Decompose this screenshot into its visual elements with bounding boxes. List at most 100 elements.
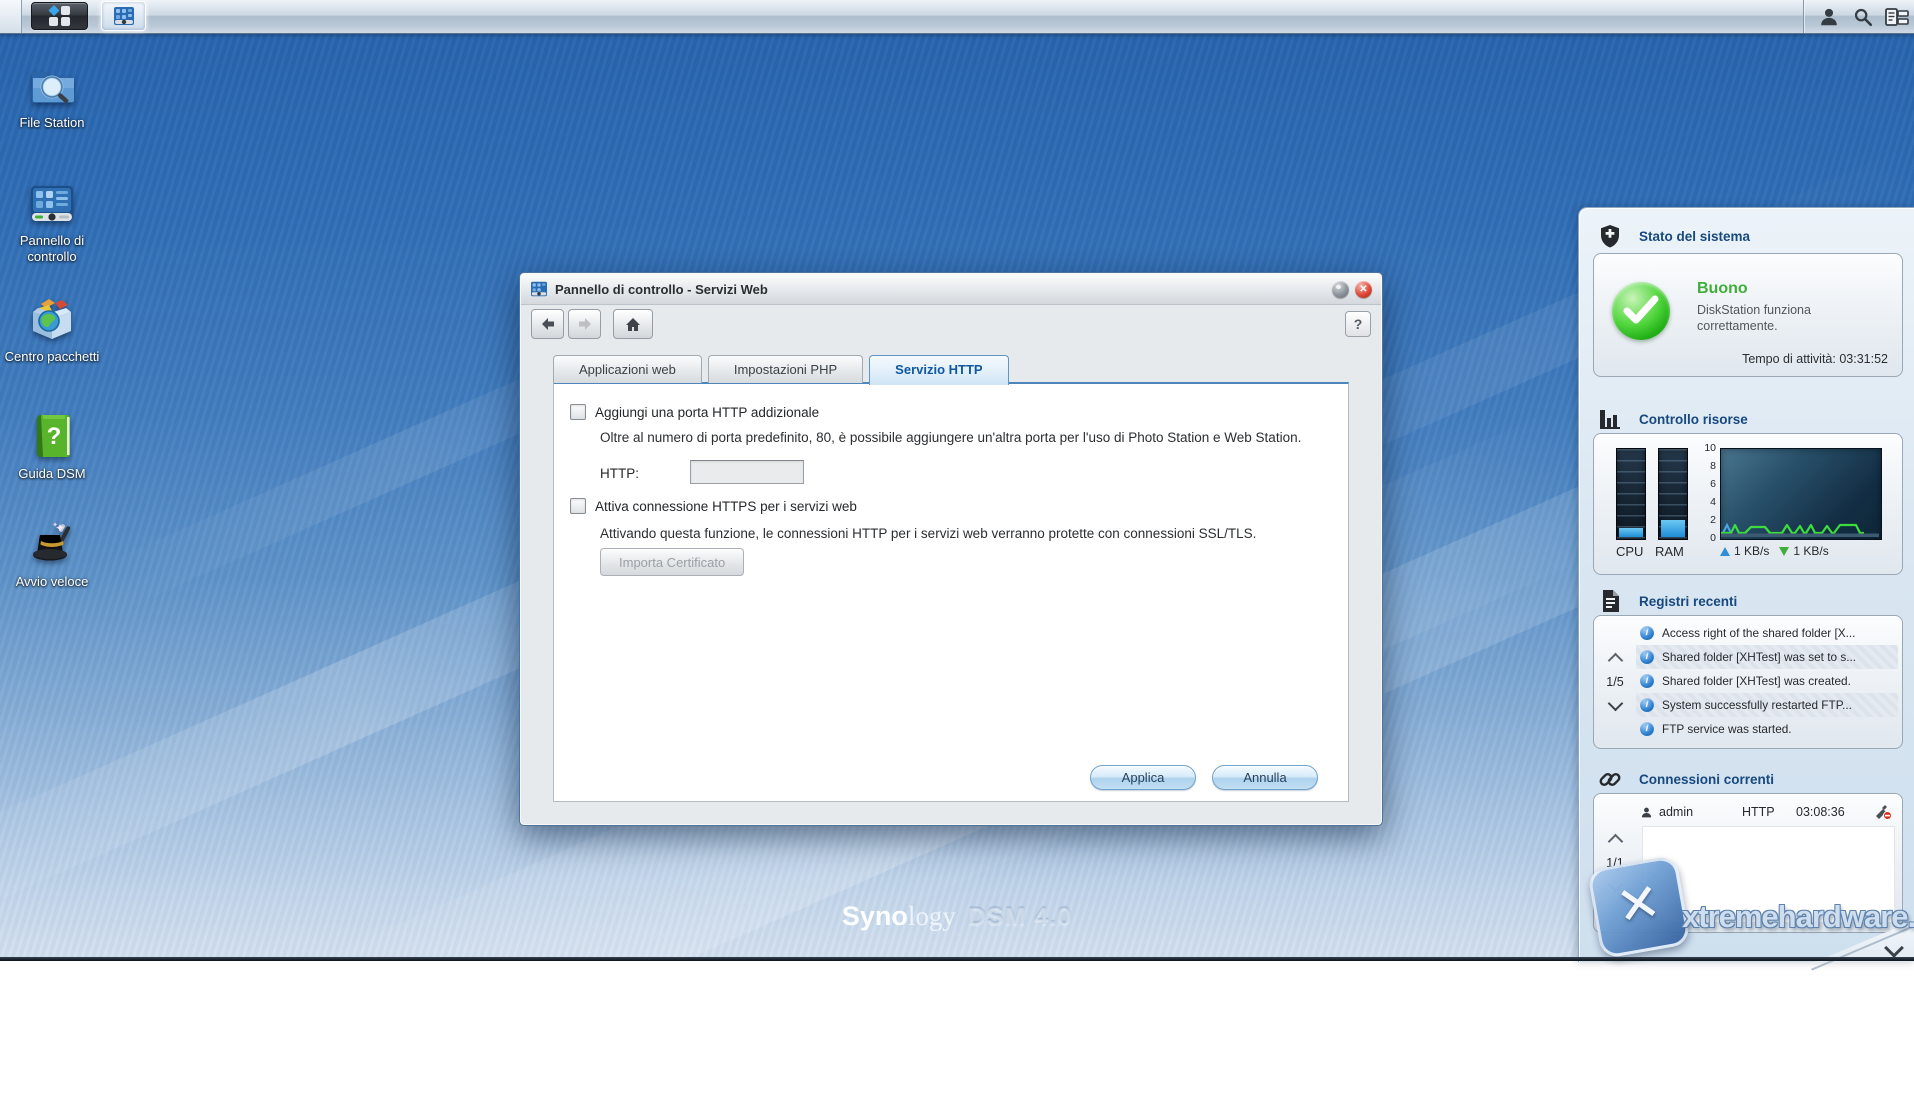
desktop-icon-control-panel[interactable]: Pannello di controllo: [2, 178, 102, 266]
info-icon: i: [1640, 674, 1654, 688]
user-menu-button[interactable]: [1812, 2, 1846, 31]
desktop-icon-package-center[interactable]: Centro pacchetti: [2, 294, 102, 365]
desktop-icon-label: Guida DSM: [18, 466, 86, 481]
info-icon: i: [1640, 698, 1654, 712]
close-button[interactable]: [1355, 280, 1372, 298]
tab-web-applications[interactable]: Applicazioni web: [553, 355, 702, 383]
tab-http-service[interactable]: Servizio HTTP: [869, 355, 1009, 385]
window-title: Pannello di controllo - Servizi Web: [555, 281, 768, 297]
https-description: Attivando questa funzione, le connession…: [600, 526, 1257, 541]
pager-down-icon[interactable]: [1607, 695, 1623, 712]
taskbar-open-app-button[interactable]: [101, 1, 146, 31]
taskbar-tray: [1803, 0, 1914, 33]
desktop-icon-label: File Station: [19, 115, 85, 130]
dsm-version: DSM 4.0: [967, 903, 1073, 931]
http-port-input[interactable]: [690, 460, 804, 484]
log-list: i Access right of the shared folder [X..…: [1636, 621, 1898, 741]
pager-up-icon[interactable]: [1607, 833, 1623, 850]
resource-monitor-card: CPU RAM 10 8 6 4 2 0 1 KB/s 1 KB/s: [1593, 433, 1903, 575]
desktop-icon-label: Pannello di controllo: [19, 233, 85, 265]
recent-logs-header: Registri recenti: [1595, 588, 1737, 614]
pager-position: 1/5: [1606, 675, 1624, 689]
log-row[interactable]: i FTP service was started.: [1636, 717, 1898, 741]
pager-up-icon[interactable]: [1607, 652, 1623, 669]
status-message: DiskStation funziona correttamente.: [1697, 303, 1811, 334]
info-icon: i: [1640, 722, 1654, 736]
desktop-icon-label: Avvio veloce: [15, 574, 89, 589]
current-connections-header: Connessioni correnti: [1595, 766, 1774, 792]
shield-icon: [1595, 224, 1625, 248]
tab-php-settings[interactable]: Impostazioni PHP: [707, 355, 864, 383]
show-desktop-button[interactable]: [0, 0, 22, 33]
http-port-description: Oltre al numero di porta predefinito, 80…: [600, 430, 1302, 445]
dsm-help-icon: ?: [27, 411, 77, 461]
apps-grid-icon: [47, 4, 73, 28]
log-row[interactable]: i Shared folder [XHTest] was created.: [1636, 669, 1898, 693]
minimize-button[interactable]: [1332, 280, 1349, 298]
http-field-label: HTTP:: [600, 466, 639, 481]
download-rate: 1 KB/s: [1793, 544, 1829, 558]
brand-text: Syno: [841, 901, 908, 931]
home-button[interactable]: [613, 309, 653, 339]
main-menu-button[interactable]: [31, 2, 88, 30]
log-row[interactable]: i Access right of the shared folder [X..…: [1636, 621, 1898, 645]
connection-user: admin: [1659, 805, 1694, 819]
help-button[interactable]: ?: [1345, 311, 1371, 337]
status-text: Buono: [1697, 280, 1748, 297]
info-icon: i: [1640, 650, 1654, 664]
svg-text:✦: ✦: [52, 521, 58, 529]
svg-text:?: ?: [47, 423, 62, 450]
pilot-view-icon: [1884, 6, 1910, 28]
status-ok-icon: [1612, 282, 1670, 340]
cancel-button[interactable]: Annulla: [1212, 765, 1318, 790]
pilot-view-button[interactable]: [1880, 2, 1914, 31]
log-row[interactable]: i System successfully restarted FTP...: [1636, 693, 1898, 717]
import-certificate-button[interactable]: Importa Certificato: [600, 548, 745, 576]
forward-arrow-icon: [577, 317, 593, 331]
user-icon: [1818, 6, 1840, 28]
back-button[interactable]: [531, 309, 564, 339]
search-icon: [1852, 6, 1874, 28]
connection-list-area: [1642, 826, 1895, 923]
connection-time: 03:08:36: [1796, 805, 1845, 819]
home-icon: [625, 317, 641, 332]
screen-bottom-edge: [0, 957, 1914, 961]
window-toolbar: ?: [521, 304, 1381, 344]
apply-button[interactable]: Applica: [1090, 765, 1196, 790]
control-panel-icon: [113, 6, 135, 26]
resource-monitor-header: Controllo risorse: [1595, 406, 1748, 432]
disconnect-icon[interactable]: [1874, 804, 1892, 820]
desktop-icon-file-station[interactable]: File Station: [2, 60, 102, 131]
control-panel-icon: [530, 281, 548, 297]
https-checkbox-label: Attiva connessione HTTPS per i servizi w…: [595, 498, 857, 514]
connection-protocol: HTTP: [1742, 805, 1775, 819]
window-titlebar[interactable]: Pannello di controllo - Servizi Web: [521, 274, 1381, 305]
network-graph-axis: 10 8 6 4 2 0: [1704, 442, 1716, 544]
upload-rate: 1 KB/s: [1734, 544, 1770, 558]
section-title: Connessioni correnti: [1639, 771, 1775, 787]
desktop-icon-dsm-help[interactable]: ? Guida DSM: [2, 411, 102, 482]
search-button[interactable]: [1846, 2, 1880, 31]
system-status-header: Stato del sistema: [1595, 223, 1750, 249]
control-panel-icon: [27, 178, 77, 228]
desktop-icon-label: Centro pacchetti: [4, 349, 100, 364]
connection-row[interactable]: admin HTTP 03:08:36: [1640, 801, 1894, 823]
forward-button[interactable]: [568, 309, 601, 339]
cpu-label: CPU: [1616, 544, 1644, 559]
cpu-meter: [1616, 448, 1646, 540]
http-port-checkbox[interactable]: [570, 404, 586, 420]
system-status-card: Buono DiskStation funziona correttamente…: [1593, 253, 1903, 377]
package-center-icon: [27, 294, 77, 344]
document-icon: [1595, 589, 1625, 613]
uptime-text: Tempo di attività: 03:31:52: [1742, 352, 1888, 366]
connections-pager: 1/1: [1594, 794, 1636, 932]
logs-pager: 1/5: [1594, 616, 1636, 748]
log-row[interactable]: i Shared folder [XHTest] was set to s...: [1636, 645, 1898, 669]
https-checkbox[interactable]: [570, 498, 586, 514]
tab-bar: Applicazioni web Impostazioni PHP Serviz…: [553, 355, 1015, 385]
http-service-panel: Aggiungi una porta HTTP addizionale Oltr…: [553, 382, 1349, 802]
back-arrow-icon: [540, 317, 556, 331]
bar-chart-icon: [1595, 408, 1625, 430]
desktop-icon-quick-start[interactable]: ✦ ✦ Avvio veloce: [2, 519, 102, 590]
pager-down-icon[interactable]: [1607, 876, 1623, 893]
